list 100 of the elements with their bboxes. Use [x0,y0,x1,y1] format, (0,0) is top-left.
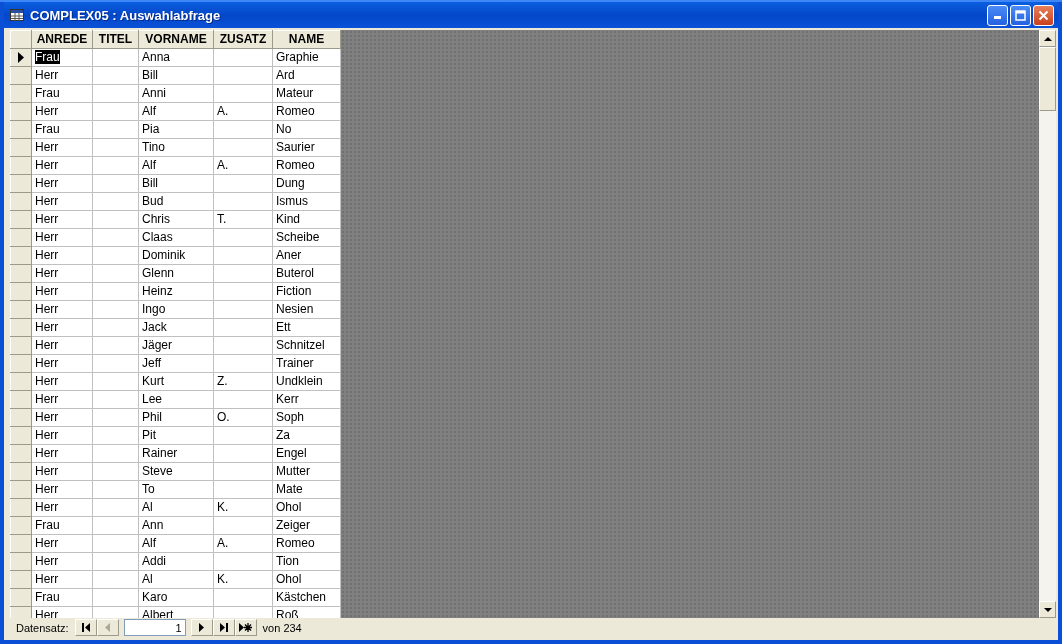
table-cell: Kurt [138,372,214,391]
table-cell: Ismus [272,192,341,211]
column-header[interactable]: NAME [272,30,341,49]
maximize-icon [1015,9,1026,21]
table-cell: Anni [138,84,214,103]
scrollbar-thumb[interactable] [1039,47,1056,111]
table-cell: Herr [31,354,93,373]
table-cell: Rainer [138,444,214,463]
table-cell: Phil [138,408,214,427]
table-cell: Jeff [138,354,214,373]
record-label: Datensatz: [16,621,69,634]
table-cell: A. [213,156,273,175]
table-cell: Ohol [272,498,341,517]
table-cell: O. [213,408,273,427]
table-cell: Herr [31,426,93,445]
table-cell: Romeo [272,156,341,175]
skip-forward-icon [219,623,228,632]
table-cell: Bud [138,192,214,211]
table-cell: Jack [138,318,214,337]
table-cell: Frau [31,84,93,103]
table-cell: Herr [31,300,93,319]
table-cell: Ann [138,516,214,535]
table-cell: T. [213,210,273,229]
column-header[interactable]: TITEL [92,30,139,49]
record-number-field[interactable]: 1 [123,619,186,636]
table-cell: Saurier [272,138,341,157]
table-cell: K. [213,498,273,517]
table-cell: Dung [272,174,341,193]
table-cell: A. [213,102,273,121]
table-cell: Alf [138,534,214,553]
table-cell: Zeiger [272,516,341,535]
table-cell: Bill [138,174,214,193]
table-cell: Buterol [272,264,341,283]
table-cell: Herr [31,228,93,247]
table-cell: Graphie [272,48,341,67]
table-cell: Ard [272,66,341,85]
table-cell: Romeo [272,534,341,553]
table-cell: Addi [138,552,214,571]
table-cell: Za [272,426,341,445]
table-cell: Anna [138,48,214,67]
triangle-left-icon [105,623,111,632]
table-cell: Claas [138,228,214,247]
table-cell: Aner [272,246,341,265]
next-record-button[interactable] [190,619,213,636]
table-cell: Schnitzel [272,336,341,355]
table-cell: Fiction [272,282,341,301]
table-cell: Alf [138,102,214,121]
table-cell: Romeo [272,102,341,121]
table-cell: Dominik [138,246,214,265]
table-cell: Al [138,498,214,517]
table-cell: Karo [138,588,214,607]
new-record-button[interactable] [234,619,257,636]
column-header[interactable]: ANREDE [31,30,93,49]
table-cell: Scheibe [272,228,341,247]
table-cell: Steve [138,462,214,481]
table-cell: Herr [31,372,93,391]
triangle-right-icon [199,623,205,632]
table-cell: Kind [272,210,341,229]
scroll-up-button[interactable] [1039,30,1056,47]
column-header[interactable]: VORNAME [138,30,214,49]
table-cell: Al [138,570,214,589]
table-cell: Soph [272,408,341,427]
table-cell: Kerr [272,390,341,409]
column-header[interactable]: ZUSATZ [213,30,273,49]
table-cell: Herr [31,552,93,571]
table-cell: Herr [31,408,93,427]
close-button[interactable] [1033,4,1054,26]
table-cell: Kästchen [272,588,341,607]
table-cell: Chris [138,210,214,229]
table-cell: No [272,120,341,139]
last-record-button[interactable] [212,619,235,636]
first-record-button[interactable] [74,619,97,636]
table-cell: Frau [31,588,93,607]
minimize-button[interactable] [987,4,1008,26]
table-cell: Pia [138,120,214,139]
table-cell: Jäger [138,336,214,355]
table-cell: Bill [138,66,214,85]
close-icon [1038,9,1049,21]
table-cell: To [138,480,214,499]
table-cell: Herr [31,498,93,517]
table-cell[interactable]: Frau [35,50,60,64]
up-arrow-icon [1043,36,1052,41]
table-cell: Glenn [138,264,214,283]
skip-back-icon [81,623,90,632]
table-cell: Frau [31,516,93,535]
maximize-button[interactable] [1010,4,1031,26]
table-cell: Herr [31,264,93,283]
scroll-down-button[interactable] [1039,601,1056,618]
table-cell: Mutter [272,462,341,481]
table-cell: Herr [31,174,93,193]
table-cell: Ett [272,318,341,337]
table-cell: Z. [213,372,273,391]
table-cell: Herr [31,102,93,121]
datasheet-icon [10,9,24,21]
table-cell: Ohol [272,570,341,589]
table-cell: Herr [31,156,93,175]
table-cell: Engel [272,444,341,463]
table-cell: Herr [31,480,93,499]
table-cell: Herr [31,66,93,85]
table-cell: Herr [31,534,93,553]
